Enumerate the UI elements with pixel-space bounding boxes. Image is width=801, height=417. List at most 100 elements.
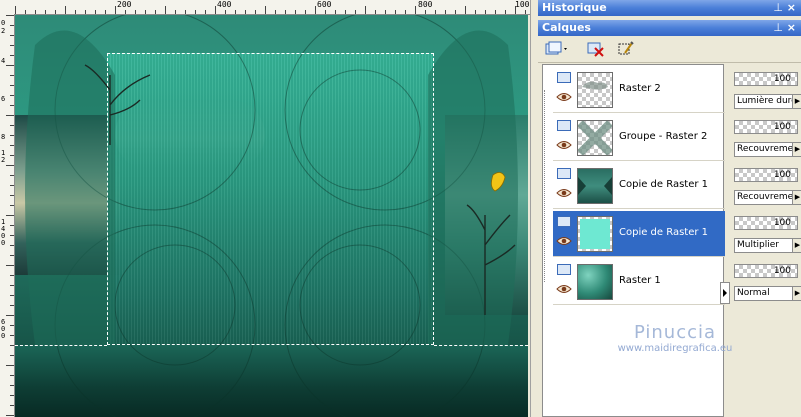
ruler-tick	[10, 275, 14, 276]
blend-mode-select[interactable]: Recouvrement ▶	[734, 142, 801, 157]
ruler-tick	[35, 10, 36, 14]
ruler-tick	[135, 10, 136, 14]
ruler-tick	[10, 235, 14, 236]
ruler-label: 200	[117, 0, 132, 9]
dropdown-arrow-icon: ▶	[792, 95, 801, 108]
visibility-eye-icon[interactable]	[556, 188, 572, 198]
ruler-tick	[10, 335, 14, 336]
list-scroll-arrow[interactable]	[720, 282, 730, 304]
visibility-eye-icon[interactable]	[556, 236, 572, 246]
ruler-tick	[365, 6, 366, 14]
ruler-label: 6	[1, 95, 6, 103]
dropdown-arrow-icon: ▶	[792, 191, 801, 204]
raster-layer-icon	[557, 264, 571, 275]
watermark: Pinuccia www.maidiregrafica.eu	[600, 322, 750, 354]
layer-row[interactable]: Raster 2	[553, 67, 725, 113]
layers-toolbar	[538, 36, 801, 63]
opacity-slider[interactable]: 100	[734, 72, 798, 86]
ruler-tick	[10, 295, 14, 296]
ruler-label: 2	[1, 27, 6, 35]
history-title-text: Historique	[542, 1, 607, 14]
ruler-label: 0	[1, 239, 6, 247]
panel-splitter[interactable]	[530, 0, 537, 417]
visibility-eye-icon[interactable]	[556, 284, 572, 294]
layer-list[interactable]: Raster 2 Groupe - Raster 2 Copie de Rast…	[542, 64, 725, 417]
ruler-tick	[10, 135, 14, 136]
layer-name: Groupe - Raster 2	[619, 131, 708, 142]
blend-mode-select[interactable]: Multiplier ▶	[734, 238, 801, 253]
ruler-label: 0	[1, 19, 6, 27]
layer-properties-button[interactable]	[616, 40, 636, 58]
ruler-tick	[10, 35, 14, 36]
ruler-tick	[10, 385, 14, 386]
ruler-tick	[6, 165, 14, 166]
layer-row[interactable]: Copie de Raster 1	[553, 163, 725, 209]
ruler-tick	[6, 65, 14, 66]
raster-layer-icon	[557, 72, 571, 83]
ruler-tick	[235, 10, 236, 14]
image-canvas[interactable]	[15, 15, 528, 417]
selection-marquee[interactable]	[107, 53, 434, 345]
pin-icon[interactable]: ⊥	[773, 20, 783, 36]
visibility-eye-icon[interactable]	[556, 140, 572, 150]
ruler-tick	[10, 105, 14, 106]
ruler-tick	[225, 10, 226, 14]
layer-props: 100 Lumière dure ▶	[732, 66, 801, 112]
layer-thumbnail	[577, 264, 613, 300]
ruler-tick	[6, 265, 14, 266]
ruler-label: 100	[515, 0, 530, 9]
layers-panel-title[interactable]: Calques ⊥ ×	[538, 20, 801, 36]
opacity-slider[interactable]: 100	[734, 216, 798, 230]
delete-layer-button[interactable]	[586, 40, 606, 58]
layer-row-selected[interactable]: Copie de Raster 1	[553, 211, 725, 257]
dropdown-arrow-icon: ▶	[792, 239, 801, 252]
layer-row[interactable]: Groupe - Raster 2	[553, 115, 725, 161]
ruler-tick	[10, 245, 14, 246]
ruler-tick	[115, 6, 116, 14]
ruler-tick	[10, 155, 14, 156]
ruler-tick	[355, 10, 356, 14]
layer-name: Copie de Raster 1	[619, 179, 709, 190]
blend-mode-select[interactable]: Lumière dure ▶	[734, 94, 801, 109]
opacity-fill	[735, 217, 760, 229]
ruler-tick	[455, 10, 456, 14]
blend-mode-select[interactable]: Recouvrement ▶	[734, 190, 801, 205]
ruler-tick	[165, 6, 166, 14]
watermark-name: Pinuccia	[633, 322, 717, 343]
new-layer-button[interactable]	[544, 40, 570, 58]
ruler-tick	[10, 185, 14, 186]
ruler-tick	[45, 10, 46, 14]
ruler-label: 400	[217, 0, 232, 9]
watermark-url: www.maidiregrafica.eu	[617, 343, 733, 354]
opacity-slider[interactable]: 100	[734, 168, 798, 182]
opacity-slider[interactable]: 100	[734, 120, 798, 134]
ruler-tick	[10, 395, 14, 396]
close-icon[interactable]: ×	[787, 0, 796, 16]
ruler-tick	[10, 205, 14, 206]
blend-mode-select[interactable]: Normal ▶	[734, 286, 801, 301]
new-layer-icon	[545, 41, 567, 55]
ruler-tick	[195, 10, 196, 14]
blend-mode-value: Multiplier	[737, 240, 779, 250]
opacity-value: 100	[773, 218, 791, 228]
history-panel-title[interactable]: Historique ⊥ ×	[538, 0, 801, 16]
ruler-tick	[6, 115, 14, 116]
ruler-tick	[465, 6, 466, 14]
close-icon[interactable]: ×	[787, 20, 796, 36]
ruler-tick	[415, 6, 416, 14]
layer-row[interactable]: Raster 1	[553, 259, 725, 305]
ruler-tick	[10, 145, 14, 146]
delete-layer-icon	[587, 42, 604, 57]
ruler-tick	[375, 10, 376, 14]
layer-props: 100 Recouvrement ▶	[732, 162, 801, 208]
visibility-eye-icon[interactable]	[556, 92, 572, 102]
opacity-slider[interactable]: 100	[734, 264, 798, 278]
layer-name: Raster 2	[619, 83, 661, 94]
pin-icon[interactable]: ⊥	[773, 0, 783, 16]
ruler-tick	[475, 10, 476, 14]
ruler-tick	[6, 415, 14, 416]
ruler-tick	[15, 6, 16, 14]
layer-thumbnail	[577, 72, 613, 108]
ruler-tick	[75, 10, 76, 14]
ruler-tick	[10, 85, 14, 86]
